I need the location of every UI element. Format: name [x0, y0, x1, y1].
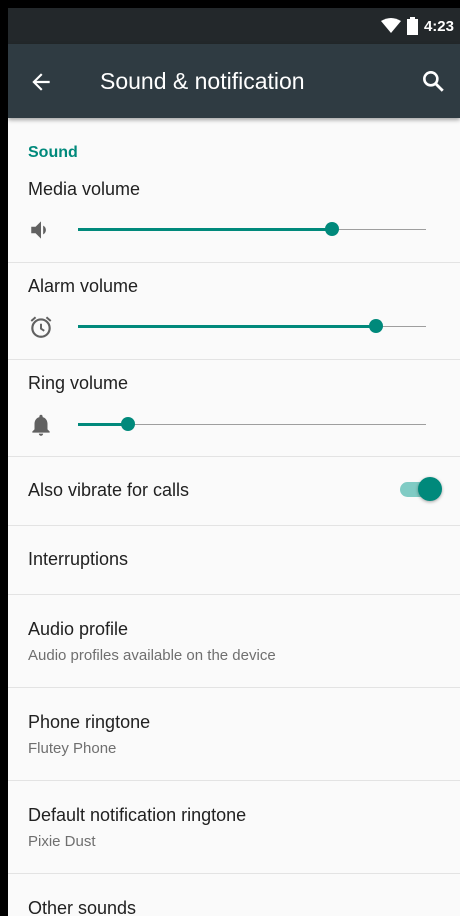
phone-ringtone-summary: Flutey Phone: [28, 740, 117, 757]
media-volume-fill: [78, 228, 333, 231]
notification-ringtone-row[interactable]: Default notification ringtone Pixie Dust: [8, 780, 460, 874]
notification-ringtone-summary: Pixie Dust: [28, 833, 96, 850]
status-time: 4:23: [423, 17, 454, 35]
bell-icon: [32, 414, 50, 436]
phone-ringtone-row[interactable]: Phone ringtone Flutey Phone: [8, 687, 460, 781]
media-volume-row: Media volume: [8, 118, 460, 263]
alarm-volume-label: Alarm volume: [28, 276, 139, 296]
vibrate-for-calls-row[interactable]: Also vibrate for calls: [8, 456, 460, 526]
other-sounds-label: Other sounds: [28, 898, 137, 916]
status-icons: 4:23: [380, 8, 454, 44]
audio-profile-label: Audio profile: [28, 619, 129, 639]
interruptions-row[interactable]: Interruptions: [8, 525, 460, 595]
page-title: Sound & notification: [100, 68, 305, 94]
alarm-volume-fill: [78, 325, 377, 328]
interruptions-label: Interruptions: [28, 549, 129, 569]
wifi-icon: [380, 18, 401, 33]
ring-volume-slider[interactable]: [78, 417, 426, 431]
alarm-clock-icon: [30, 316, 52, 338]
alarm-volume-slider[interactable]: [78, 319, 426, 333]
status-bar: 4:23: [8, 8, 460, 44]
phone-ringtone-label: Phone ringtone: [28, 712, 151, 732]
media-volume-slider[interactable]: [78, 222, 426, 236]
media-volume-thumb[interactable]: [325, 222, 340, 236]
other-sounds-row[interactable]: Other sounds: [8, 873, 460, 916]
app-bar: Sound & notification: [8, 44, 460, 118]
arrow-back-icon[interactable]: [28, 69, 54, 95]
audio-profile-summary: Audio profiles available on the device: [28, 647, 276, 664]
speaker-icon: [31, 221, 46, 239]
alarm-volume-thumb[interactable]: [369, 319, 384, 333]
ring-volume-row: Ring volume: [8, 359, 460, 457]
vibrate-for-calls-label: Also vibrate for calls: [28, 480, 190, 500]
ring-volume-thumb[interactable]: [121, 417, 136, 431]
vibrate-toggle-knob[interactable]: [418, 477, 442, 501]
media-volume-label: Media volume: [28, 179, 141, 199]
notification-ringtone-label: Default notification ringtone: [28, 805, 247, 825]
settings-screen: 4:23 Sound & notification Sound Media vo…: [8, 8, 460, 916]
ring-volume-label: Ring volume: [28, 373, 129, 393]
vibrate-toggle[interactable]: [398, 477, 444, 503]
search-icon[interactable]: [420, 68, 446, 94]
audio-profile-row[interactable]: Audio profile Audio profiles available o…: [8, 594, 460, 688]
alarm-volume-row: Alarm volume: [8, 262, 460, 360]
battery-icon: [406, 17, 418, 35]
